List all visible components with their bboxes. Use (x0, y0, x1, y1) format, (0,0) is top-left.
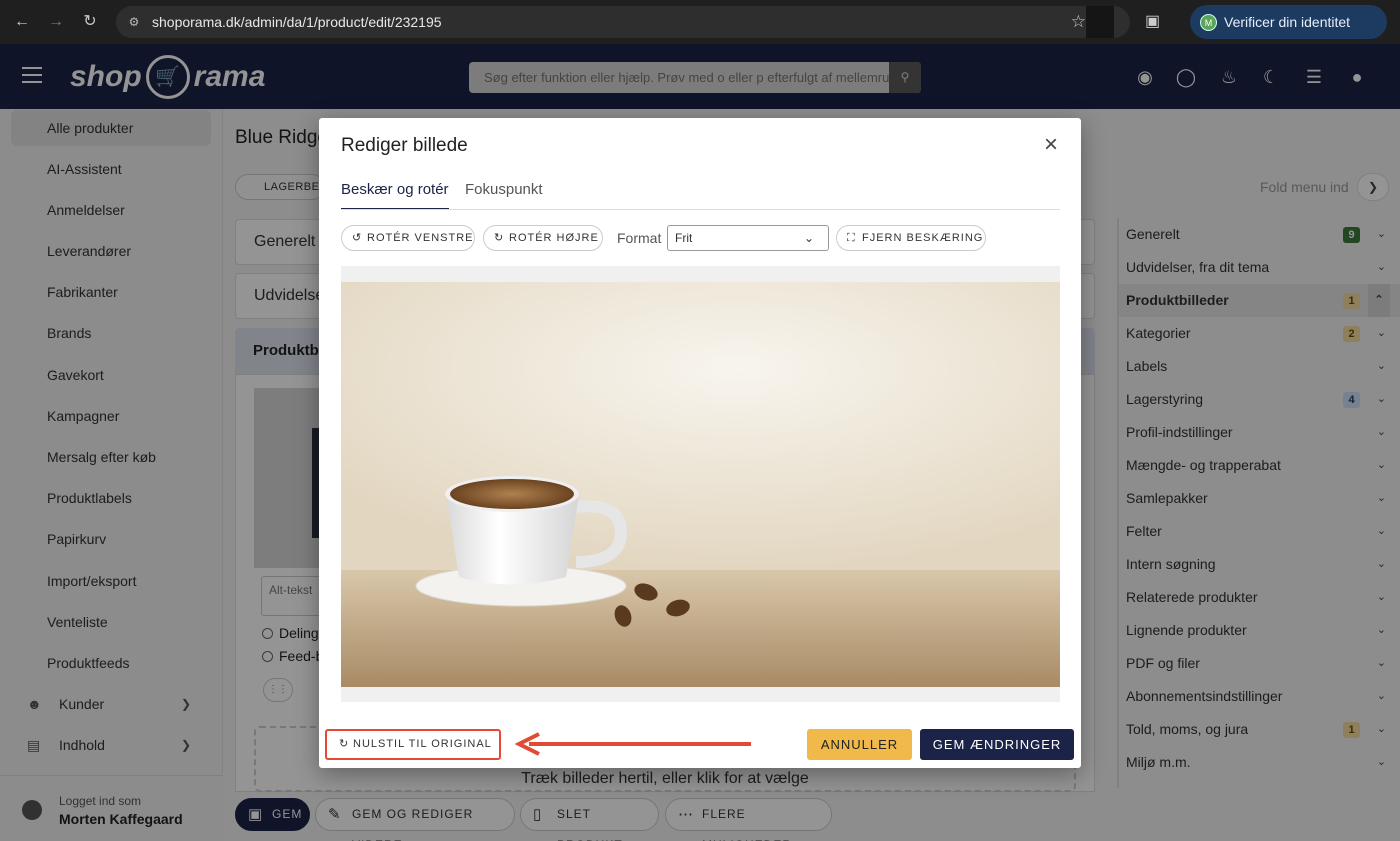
extensions-icon[interactable]: ▣ (1145, 11, 1165, 31)
back-icon[interactable]: ← (12, 12, 32, 32)
bookmark-star-icon[interactable]: ☆ (1071, 12, 1086, 32)
rotate-right-button[interactable]: ↻ ROTÉR HØJRE (483, 225, 603, 251)
rotate-right-label: ROTÉR HØJRE (509, 232, 599, 244)
tabs-divider (341, 209, 1060, 210)
rotate-left-button[interactable]: ↺ ROTÉR VENSTRE (341, 225, 475, 251)
save-changes-button[interactable]: GEM ÆNDRINGER (920, 729, 1074, 760)
format-label: Format (617, 230, 662, 246)
annotation-arrow-icon (515, 732, 751, 756)
tab-focus-point[interactable]: Fokuspunkt (465, 181, 543, 210)
coffee-cup-image[interactable] (341, 282, 1060, 687)
format-select[interactable]: Frit ⌄ (667, 225, 829, 251)
browser-chrome: ← → ↻ ⚙ shoporama.dk/admin/da/1/product/… (0, 0, 1400, 44)
dialog-title: Rediger billede (341, 135, 468, 156)
verify-identity-label: Verificer din identitet (1224, 14, 1351, 30)
remove-crop-button[interactable]: ⛶ FJERN BESKÆRING (836, 225, 986, 251)
close-icon[interactable]: × (1041, 133, 1061, 157)
backdrop-header (0, 44, 1400, 109)
edit-image-dialog: Rediger billede × Beskær og rotér Fokusp… (319, 118, 1081, 768)
address-bar-end (1086, 6, 1114, 38)
cancel-button[interactable]: ANNULLER (807, 729, 912, 760)
reload-icon[interactable]: ↻ (80, 12, 100, 32)
forward-icon[interactable]: → (46, 12, 66, 32)
reset-icon: ↻ (339, 738, 350, 750)
format-value: Frit (675, 231, 693, 245)
tab-crop-rotate[interactable]: Beskær og rotér (341, 181, 449, 210)
reset-to-original-button[interactable]: ↻ NULSTIL TIL ORIGINAL (325, 729, 501, 760)
chevron-down-icon: ⌄ (803, 231, 814, 245)
rotate-left-label: ROTÉR VENSTRE (367, 232, 474, 244)
url-text: shoporama.dk/admin/da/1/product/edit/232… (152, 14, 442, 30)
rotate-left-icon: ↺ (352, 232, 363, 244)
remove-crop-label: FJERN BESKÆRING (862, 232, 984, 244)
site-settings-icon[interactable]: ⚙ (126, 14, 142, 30)
profile-avatar: M (1200, 14, 1217, 31)
crop-canvas[interactable] (341, 266, 1060, 702)
reset-label: NULSTIL TIL ORIGINAL (353, 738, 492, 750)
verify-identity-button[interactable]: M Verificer din identitet (1190, 5, 1387, 39)
address-bar[interactable]: ⚙ shoporama.dk/admin/da/1/product/edit/2… (116, 6, 1130, 38)
crop-icon: ⛶ (847, 232, 856, 244)
rotate-right-icon: ↻ (494, 232, 505, 244)
